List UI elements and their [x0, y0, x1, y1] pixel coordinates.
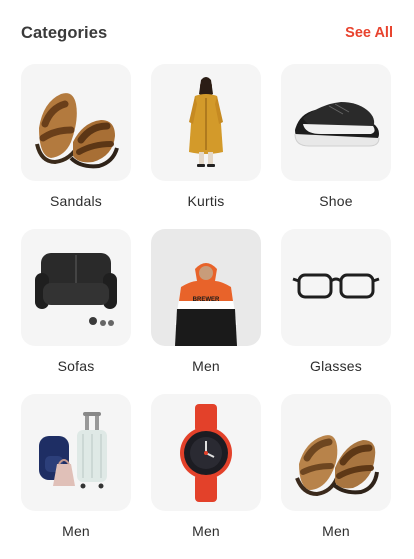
sandals-icon [35, 93, 119, 169]
luggage-icon [39, 412, 107, 489]
category-label: Kurtis [187, 193, 225, 209]
category-item[interactable]: Kurtis [151, 64, 261, 229]
category-tile[interactable] [151, 64, 261, 181]
category-label: Men [62, 523, 90, 539]
category-label: Glasses [310, 358, 362, 374]
sandals-icon [295, 435, 379, 497]
hoodie-icon: BREWER [175, 263, 237, 346]
shoe-icon [294, 102, 380, 147]
category-tile[interactable] [21, 64, 131, 181]
category-item[interactable]: Men [151, 394, 261, 559]
categories-header: Categories See All [21, 22, 393, 44]
category-item[interactable]: Men [281, 394, 391, 559]
sofa-icon [35, 253, 117, 326]
category-item[interactable]: Sandals [21, 64, 131, 229]
category-label: Sandals [50, 193, 102, 209]
category-tile[interactable] [21, 229, 131, 346]
see-all-link[interactable]: See All [345, 25, 393, 41]
section-title: Categories [21, 23, 108, 42]
svg-text:BREWER: BREWER [193, 297, 220, 303]
glasses-icon [292, 273, 380, 299]
category-item[interactable]: Shoe [281, 64, 391, 229]
kurti-icon [189, 77, 223, 167]
watch-icon [180, 404, 232, 502]
category-label: Men [192, 358, 220, 374]
category-label: Sofas [57, 358, 95, 374]
category-label: Men [192, 523, 220, 539]
category-item[interactable]: Men [21, 394, 131, 559]
category-label: Men [322, 523, 350, 539]
category-tile[interactable] [281, 394, 391, 511]
category-tile[interactable] [21, 394, 131, 511]
category-item[interactable]: Glasses [281, 229, 391, 394]
category-tile[interactable] [151, 394, 261, 511]
category-item[interactable]: BREWER Men [151, 229, 261, 394]
category-item[interactable]: Sofas [21, 229, 131, 394]
category-tile[interactable] [281, 229, 391, 346]
category-tile[interactable] [281, 64, 391, 181]
category-tile[interactable]: BREWER [151, 229, 261, 346]
category-grid: Sandals Kurtis Shoe Sofas BREWER Men Gla… [21, 64, 393, 559]
category-label: Shoe [319, 193, 353, 209]
